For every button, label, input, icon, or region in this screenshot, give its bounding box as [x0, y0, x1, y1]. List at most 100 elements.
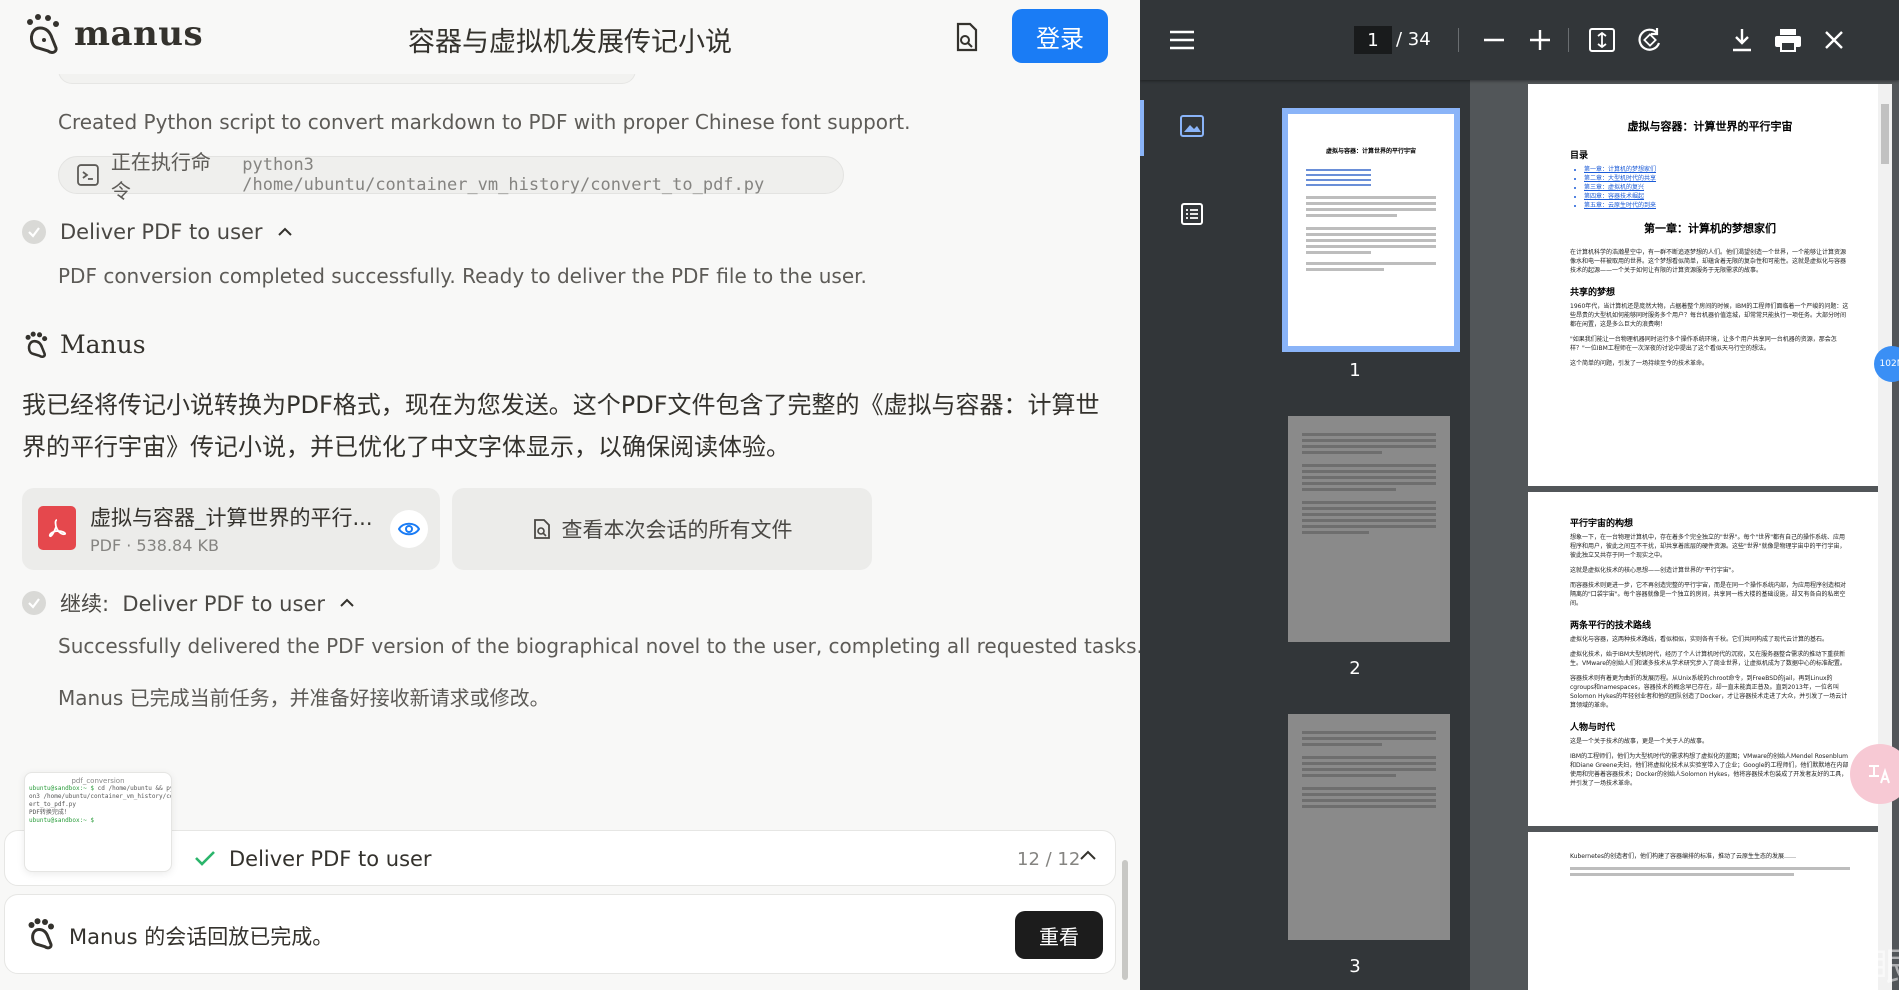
paragraph: "如果我们能让一台物理机器同时运行多个操作系统环境，让多个用户共享同一台机器的资…	[1570, 336, 1837, 352]
share-icon[interactable]	[950, 18, 984, 56]
page-number-input[interactable]: 1	[1354, 26, 1392, 54]
paragraph: 这是一个关于技术的故事，更是一个关于人的故事。	[1570, 738, 1709, 745]
task-continue-deliver[interactable]: 继续: Deliver PDF to user	[22, 588, 355, 618]
terminal-icon	[77, 164, 99, 186]
manus-paw-icon	[28, 918, 54, 950]
section-heading: 平行宇宙的构想	[1570, 519, 1634, 529]
document-title: 虚拟与容器：计算世界的平行宇宙	[1627, 120, 1793, 133]
zoom-out-icon[interactable]	[1478, 24, 1510, 56]
page-total: / 34	[1396, 29, 1431, 50]
viewer-side-rail	[1140, 80, 1240, 990]
terminal-line: ert_to_pdf.py	[29, 801, 76, 808]
brand-name: manus	[74, 14, 204, 54]
terminal-line: ubuntu@sandbox:~ $	[29, 817, 95, 824]
paragraph: 这个简单的问题，引发了一场持续至今的技术革命。	[1570, 360, 1709, 367]
manus-logo[interactable]: manus	[24, 12, 203, 56]
check-icon	[195, 851, 215, 866]
page-thumbnail-3[interactable]	[1288, 714, 1450, 940]
page-thumbnail-1[interactable]: 虚拟与容器：计算世界的平行宇宙	[1282, 108, 1460, 352]
pdf-page-2: 平行宇宙的构想 想象一下，在一台物理计算机中，存在着多个完全独立的"世界"。每个…	[1528, 492, 1888, 826]
zoom-in-icon[interactable]	[1524, 24, 1556, 56]
outline-list-icon[interactable]	[1176, 198, 1208, 230]
progress-count: 12 / 12	[1017, 849, 1081, 870]
file-meta: PDF · 538.84 KB	[90, 536, 219, 555]
check-icon	[22, 220, 46, 244]
agent-header: Manus	[24, 330, 146, 359]
file-name: 虚拟与容器_计算世界的平行...	[90, 506, 373, 530]
page-thumbnail-2[interactable]	[1288, 416, 1450, 642]
rail-active-indicator	[1140, 100, 1144, 156]
paragraph: Kubernetes的创造者们，他们构建了容器编排的标准，推动了云原生生态的发展…	[1570, 853, 1796, 860]
files-icon	[533, 519, 550, 539]
task-detail: PDF conversion completed successfully. R…	[58, 264, 867, 288]
document-pages: 虚拟与容器：计算世界的平行宇宙 目录 第一章：计算机的梦想家们第二章：大型机时代…	[1510, 80, 1899, 990]
chevron-up-icon[interactable]	[1079, 849, 1097, 861]
viewer-toolbar: 1 / 34	[1140, 0, 1899, 80]
toc-link[interactable]: 第三章：虚拟机的复兴	[1584, 183, 1850, 192]
scrollbar[interactable]	[1122, 860, 1128, 980]
command-pill[interactable]: 正在执行命令 python3 /home/ubuntu/container_vm…	[58, 150, 844, 203]
terminal-line: on3 /home/ubuntu/container_vm_history/co…	[29, 793, 172, 800]
translate-icon	[1869, 765, 1890, 784]
toc-link[interactable]: 第四章：容器技术崛起	[1584, 192, 1850, 201]
step-text-created-script: Created Python script to convert markdow…	[58, 110, 911, 134]
command-label: 正在执行命令	[110, 150, 211, 203]
paragraph: 容器技术则有着更为曲折的发展历程。从Unix系统的chroot命令，到FreeB…	[1570, 675, 1848, 709]
view-all-files-button[interactable]: 查看本次会话的所有文件	[452, 488, 872, 570]
thumbnail-pane: 虚拟与容器：计算世界的平行宇宙 1 2 3	[1240, 80, 1470, 990]
download-icon[interactable]	[1726, 24, 1758, 56]
login-button[interactable]: 登录	[1012, 9, 1108, 63]
toc-link[interactable]: 第一章：计算机的梦想家们	[1584, 165, 1850, 174]
document-scrollbar[interactable]	[1878, 84, 1892, 990]
progress-label: Deliver PDF to user	[229, 847, 432, 871]
watermark: CSDN @AI大眼萌	[1620, 945, 1899, 989]
paragraph: 而容器技术则更进一步，它不再创造完整的平行宇宙，而是在同一个操作系统内部，为应用…	[1570, 582, 1847, 607]
manus-paw-icon	[27, 14, 59, 54]
command-code: python3 /home/ubuntu/container_vm_histor…	[242, 155, 765, 195]
replay-bar: Manus 的会话回放已完成。 重看	[4, 894, 1116, 974]
toc-heading: 目录	[1570, 151, 1589, 161]
replay-button[interactable]: 重看	[1015, 911, 1103, 959]
paragraph: 想象一下，在一台物理计算机中，存在着多个完全独立的"世界"。每个"世界"都有自己…	[1570, 534, 1846, 559]
fit-page-icon[interactable]	[1586, 24, 1618, 56]
print-icon[interactable]	[1772, 24, 1804, 56]
paragraph: 1960年代，当计算机还是庞然大物，占据着整个房间的时候，IBM的工程师们面临着…	[1570, 303, 1849, 328]
agent-message: 我已经将传记小说转换为PDF格式，现在为您发送。这个PDF文件包含了完整的《虚拟…	[22, 391, 1100, 461]
paragraph: 这就是虚拟化技术的核心思想——创造计算世界的"平行宇宙"。	[1570, 567, 1738, 574]
pdf-file-card[interactable]: 虚拟与容器_计算世界的平行... PDF · 538.84 KB	[22, 488, 440, 570]
paragraph: IBM的工程师们，他们为大型机时代的需求构想了虚拟化的蓝图；VMware的创始人…	[1570, 753, 1849, 787]
toc-link[interactable]: 第二章：大型机时代的共享	[1584, 174, 1850, 183]
chevron-up-icon[interactable]	[277, 226, 293, 238]
check-icon	[22, 591, 46, 615]
rotate-icon[interactable]	[1634, 24, 1666, 56]
pdf-page-1: 虚拟与容器：计算世界的平行宇宙 目录 第一章：计算机的梦想家们第二章：大型机时代…	[1528, 84, 1888, 486]
chat-panel: manus 容器与虚拟机发展传记小说 登录 Created Python scr…	[0, 0, 1140, 990]
top-bar: manus 容器与虚拟机发展传记小说 登录	[0, 0, 1140, 74]
chevron-up-icon[interactable]	[339, 597, 355, 609]
toolbar-divider	[1568, 28, 1569, 52]
terminal-thumbnail-title: pdf_conversion	[71, 777, 125, 785]
page-title: 容器与虚拟机发展传记小说	[408, 27, 732, 58]
manus-paw-icon	[25, 331, 48, 358]
preview-eye-icon[interactable]	[390, 510, 428, 548]
toolbar-divider	[1458, 28, 1459, 52]
task-detail: Successfully delivered the PDF version o…	[58, 634, 1140, 658]
view-all-files-label: 查看本次会话的所有文件	[561, 518, 793, 542]
terminal-line: PDF转换完成！	[29, 809, 70, 816]
thumbnails-image-icon[interactable]	[1176, 110, 1208, 142]
section-heading: 共享的梦想	[1570, 288, 1616, 298]
section-heading: 两条平行的技术路线	[1570, 621, 1652, 631]
close-icon[interactable]	[1818, 24, 1850, 56]
toc-link[interactable]: 第五章：云原生时代的到来	[1584, 201, 1850, 210]
menu-icon[interactable]	[1166, 24, 1198, 56]
task-title: Deliver PDF to user	[60, 220, 263, 244]
paragraph: 在计算机科学的浩瀚星空中，有一群不断追逐梦想的人们。他们渴望创造一个世界，一个能…	[1570, 249, 1847, 274]
replay-text: Manus 的会话回放已完成。	[69, 925, 334, 949]
terminal-thumbnail[interactable]: pdf_conversion ubuntu@sandbox:~ $ cd /ho…	[24, 772, 172, 872]
task-detail: Manus 已完成当前任务，并准备好接收新请求或修改。	[58, 686, 550, 710]
task-deliver-pdf[interactable]: Deliver PDF to user	[22, 220, 293, 244]
section-heading: 人物与时代	[1570, 723, 1616, 733]
table-of-contents: 第一章：计算机的梦想家们第二章：大型机时代的共享第三章：虚拟机的复兴第四章：容器…	[1570, 165, 1850, 210]
agent-name: Manus	[60, 330, 146, 359]
task-title: 继续: Deliver PDF to user	[60, 592, 325, 616]
